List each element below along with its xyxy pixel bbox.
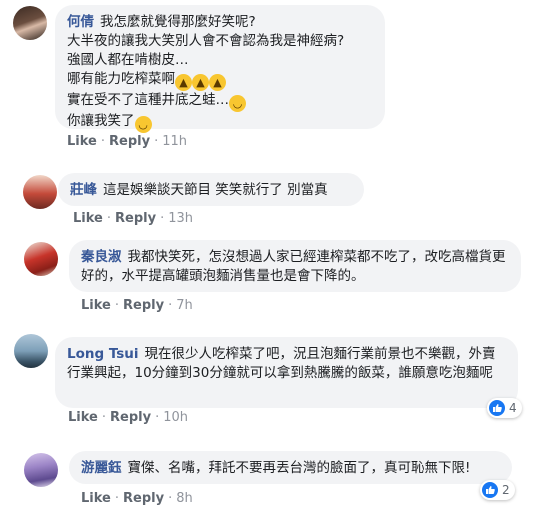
- comment-timestamp[interactable]: 13h: [168, 211, 193, 226]
- reply-button[interactable]: Reply: [109, 134, 150, 149]
- smiling-emoji: ◡: [229, 95, 246, 112]
- like-button[interactable]: Like: [73, 211, 103, 226]
- smiling-emoji: ◡: [134, 116, 152, 133]
- comment-actions: Like · Reply · 13h: [73, 211, 193, 226]
- comment-actions: Like · Reply · 7h: [81, 298, 193, 313]
- thumbs-up-icon: [489, 400, 505, 416]
- reply-button[interactable]: Reply: [123, 298, 164, 313]
- comment-author[interactable]: 莊峰: [70, 182, 97, 198]
- like-button[interactable]: Like: [67, 134, 97, 149]
- comment-timestamp[interactable]: 8h: [176, 491, 193, 506]
- laughing-cat-emoji: ▲: [175, 74, 192, 91]
- comment-text-line: 實在受不了這種井底之蛙…: [67, 92, 229, 108]
- comment-actions: Like · Reply · 8h: [81, 491, 193, 506]
- comment-bubble: 游麗鈺 寶傑、名嘴，拜託不要再丟台灣的臉面了，真可恥無下限!: [69, 451, 512, 484]
- comment-text: 寶傑、名嘴，拜託不要再丟台灣的臉面了，真可恥無下限!: [127, 460, 471, 476]
- comment-text-line: 我怎麼就覺得那麼好笑呢?: [100, 14, 256, 30]
- reaction-count[interactable]: 2: [480, 480, 515, 500]
- comment-author[interactable]: 游麗鈺: [81, 460, 122, 476]
- comment-bubble: 何倩 我怎麼就覺得那麼好笑呢? 大半夜的讓我大笑別人會不會認為我是神經病? 強國人…: [55, 5, 385, 133]
- comment-timestamp[interactable]: 11h: [162, 134, 187, 149]
- avatar[interactable]: [13, 6, 47, 40]
- comment-text-line: 大半夜的讓我大笑別人會不會認為我是神經病?: [67, 33, 345, 49]
- comment-text: 這是娛樂談天節目 笑笑就行了 別當真: [103, 182, 328, 198]
- comment-author[interactable]: 秦良淑: [81, 249, 122, 265]
- comment-author[interactable]: Long Tsui: [67, 346, 139, 362]
- like-button[interactable]: Like: [81, 491, 111, 506]
- laughing-cat-emoji: ▲: [209, 74, 226, 91]
- avatar[interactable]: [24, 242, 58, 276]
- comment-text: 我都快笑死，怎沒想過人家已經連榨菜都不吃了，改吃高檔貨更好的，水平提高罐頭泡麵消…: [81, 249, 506, 284]
- comment-timestamp[interactable]: 7h: [176, 298, 193, 313]
- avatar[interactable]: [14, 334, 48, 368]
- laughing-cat-emoji: ▲: [192, 74, 209, 91]
- like-button[interactable]: Like: [68, 410, 98, 425]
- comment-actions: Like · Reply · 11h: [67, 134, 187, 149]
- comment-text-line: 你讓我笑了: [67, 113, 135, 129]
- comment-bubble: Long Tsui 現在很少人吃榨菜了吧，況且泡麵行業前景也不樂觀，外賣行業興起，…: [55, 337, 518, 408]
- comment-bubble: 秦良淑 我都快笑死，怎沒想過人家已經連榨菜都不吃了，改吃高檔貨更好的，水平提高罐頭…: [69, 240, 521, 292]
- comment-bubble: 莊峰 這是娛樂談天節目 笑笑就行了 別當真: [58, 173, 364, 206]
- like-button[interactable]: Like: [81, 298, 111, 313]
- comment-timestamp[interactable]: 10h: [163, 410, 188, 425]
- reply-button[interactable]: Reply: [115, 211, 156, 226]
- comment-text-line: 強國人都在啃樹皮…: [67, 52, 189, 68]
- reply-button[interactable]: Reply: [123, 491, 164, 506]
- comment-text-line: 哪有能力吃榨菜啊: [67, 71, 175, 87]
- thumbs-up-icon: [482, 482, 498, 498]
- avatar[interactable]: [24, 453, 58, 487]
- reply-button[interactable]: Reply: [110, 410, 151, 425]
- avatar[interactable]: [23, 175, 57, 209]
- reaction-count[interactable]: 4: [487, 398, 522, 418]
- reaction-number: 2: [502, 483, 510, 497]
- reaction-number: 4: [509, 401, 517, 415]
- comment-actions: Like · Reply · 10h: [68, 410, 188, 425]
- comment-author[interactable]: 何倩: [67, 14, 94, 30]
